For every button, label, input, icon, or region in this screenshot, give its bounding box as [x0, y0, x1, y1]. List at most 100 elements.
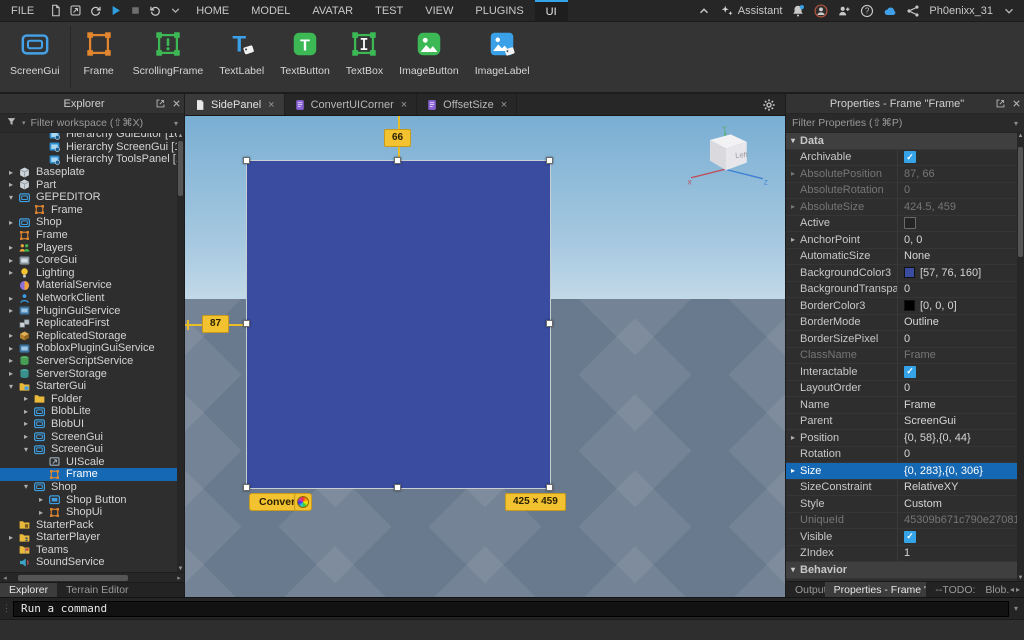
tree-item-screengui[interactable]: ▾ScreenGui: [0, 443, 184, 456]
tree-collapsed-arrow-icon[interactable]: ▸: [34, 508, 48, 517]
tree-collapsed-arrow-icon[interactable]: ▸: [19, 419, 33, 428]
property-value[interactable]: [57, 76, 160]: [897, 265, 1024, 281]
color-wheel-button[interactable]: [294, 493, 312, 511]
ribbon-tool-scrollingframe[interactable]: ScrollingFrame: [125, 22, 212, 92]
scroll-left-icon[interactable]: ◂: [0, 574, 10, 582]
tree-item-starterpack[interactable]: StarterPack: [0, 518, 184, 531]
menu-test[interactable]: TEST: [364, 0, 414, 21]
share-icon[interactable]: [906, 4, 920, 18]
username[interactable]: Ph0enixx_31: [929, 5, 993, 17]
tree-collapsed-arrow-icon[interactable]: ▸: [4, 344, 18, 353]
bell-icon[interactable]: [791, 4, 805, 18]
cloud-icon[interactable]: [883, 4, 897, 18]
tree-item-materialservice[interactable]: MaterialService: [0, 279, 184, 292]
ribbon-tool-imagelabel[interactable]: ImageLabel: [467, 22, 538, 92]
close-icon[interactable]: [168, 98, 184, 109]
property-value[interactable]: [897, 150, 1024, 166]
tree-collapsed-arrow-icon[interactable]: ▸: [19, 394, 33, 403]
tree-item-hierarchy-screengui-16989666[interactable]: Hierarchy ScreenGui [16989666…: [0, 141, 184, 154]
tree-item-bloblite[interactable]: ▸BlobLite: [0, 405, 184, 418]
tree-item-startergui[interactable]: ▾StarterGui: [0, 380, 184, 393]
section-expand-arrow-icon[interactable]: ▾: [786, 565, 797, 574]
tree-item-replicatedstorage[interactable]: ▸ReplicatedStorage: [0, 330, 184, 343]
resize-handle[interactable]: [546, 157, 553, 164]
color-swatch[interactable]: [904, 267, 915, 278]
doc-tab-offsetsize[interactable]: OffsetSize×: [417, 94, 517, 115]
property-row-absolutesize[interactable]: ▸AbsoluteSize424.5, 459: [786, 199, 1024, 216]
menu-home[interactable]: HOME: [185, 0, 240, 21]
section-expand-arrow-icon[interactable]: ▾: [786, 136, 797, 145]
assistant-button[interactable]: Assistant: [720, 4, 783, 18]
ribbon-tool-frame[interactable]: Frame: [73, 22, 125, 92]
tree-item-networkclient[interactable]: ▸NetworkClient: [0, 292, 184, 305]
explorer-horizontal-scrollbar[interactable]: ◂ ▸: [0, 572, 184, 582]
property-row-absoluterotation[interactable]: AbsoluteRotation0: [786, 183, 1024, 200]
property-value[interactable]: 45309b671c790e27081bb…: [897, 513, 1024, 529]
resize-handle[interactable]: [394, 157, 401, 164]
property-value[interactable]: 0: [897, 447, 1024, 463]
properties-scrollbar[interactable]: ▲ ▼: [1017, 133, 1024, 581]
property-row-layoutorder[interactable]: LayoutOrder0: [786, 381, 1024, 398]
dock-tab-todo-0[interactable]: --TODO: 0: [926, 582, 976, 597]
expand-arrow-icon[interactable]: ▸: [786, 433, 797, 442]
dock-tab-blob[interactable]: Blob.: [976, 582, 1010, 597]
redo-icon[interactable]: [85, 4, 105, 17]
resize-handle[interactable]: [546, 484, 553, 491]
dock-tab-output[interactable]: Output: [786, 582, 825, 597]
tree-item-frame[interactable]: Frame: [0, 204, 184, 217]
chevron-down-icon[interactable]: ▾: [174, 119, 178, 128]
property-value[interactable]: 0, 0: [897, 232, 1024, 248]
tree-collapsed-arrow-icon[interactable]: ▸: [19, 432, 33, 441]
tree-expanded-arrow-icon[interactable]: ▾: [19, 445, 33, 454]
close-icon[interactable]: ×: [501, 99, 507, 111]
explorer-vertical-scrollbar[interactable]: ▲ ▼: [177, 133, 184, 572]
ribbon-tool-textbutton[interactable]: TTextButton: [272, 22, 338, 92]
property-row-style[interactable]: StyleCustom: [786, 496, 1024, 513]
chevron-up-icon[interactable]: [697, 4, 711, 18]
doc-tab-sidepanel[interactable]: SidePanel×: [185, 94, 285, 115]
caret-down-icon[interactable]: [165, 4, 185, 17]
tree-item-shop-button[interactable]: ▸Shop Button: [0, 493, 184, 506]
tree-item-starterplayer[interactable]: ▸StarterPlayer: [0, 531, 184, 544]
property-row-parent[interactable]: ParentScreenGui: [786, 414, 1024, 431]
command-input[interactable]: Run a command: [13, 601, 1009, 617]
property-row-absoluteposition[interactable]: ▸AbsolutePosition87, 66: [786, 166, 1024, 183]
menu-ui[interactable]: UI: [535, 0, 568, 21]
property-row-backgroundtranspare[interactable]: BackgroundTranspare…0: [786, 282, 1024, 299]
property-value[interactable]: Outline: [897, 315, 1024, 331]
tree-collapsed-arrow-icon[interactable]: ▸: [4, 331, 18, 340]
tree-collapsed-arrow-icon[interactable]: ▸: [4, 306, 18, 315]
tree-item-shop[interactable]: ▸Shop: [0, 216, 184, 229]
scrollbar-thumb[interactable]: [1018, 147, 1023, 257]
checkbox-checked[interactable]: [904, 531, 916, 543]
tree-item-frame[interactable]: Frame: [0, 229, 184, 242]
property-row-name[interactable]: NameFrame: [786, 397, 1024, 414]
tree-item-baseplate[interactable]: ▸Baseplate: [0, 166, 184, 179]
doc-tab-convertuicorner[interactable]: ConvertUICorner×: [285, 94, 418, 115]
tree-item-pluginguiservice[interactable]: ▸PluginGuiService: [0, 304, 184, 317]
3d-viewport[interactable]: 66 87 425 × 459 Convert Left X Y: [185, 116, 785, 597]
property-value[interactable]: [897, 364, 1024, 380]
checkbox-checked[interactable]: [904, 366, 916, 378]
dock-tab-properties-frame-frame[interactable]: Properties - Frame "Frame": [825, 582, 927, 597]
tree-item-folder[interactable]: ▸Folder: [0, 392, 184, 405]
scroll-right-icon[interactable]: ▸: [174, 574, 184, 582]
expand-arrow-icon[interactable]: ▸: [786, 466, 797, 475]
ribbon-tool-imagebutton[interactable]: ImageButton: [391, 22, 467, 92]
tree-item-hierarchy-toolspanel-17100129[interactable]: Hierarchy ToolsPanel [17100129…: [0, 153, 184, 166]
tree-item-hierarchy-guieditor-16989666[interactable]: Hierarchy GuiEditor [16989666…: [0, 133, 184, 141]
property-row-visible[interactable]: Visible: [786, 529, 1024, 546]
close-icon[interactable]: [1008, 98, 1024, 109]
expand-arrow-icon[interactable]: ▸: [786, 169, 797, 178]
property-value[interactable]: 424.5, 459: [897, 199, 1024, 215]
dock-tab-scroll-arrows[interactable]: ◂▸: [1010, 582, 1024, 597]
tree-collapsed-arrow-icon[interactable]: ▸: [4, 168, 18, 177]
checkbox-unchecked[interactable]: [904, 217, 916, 229]
ribbon-tool-textlabel[interactable]: TTextLabel: [211, 22, 272, 92]
tree-collapsed-arrow-icon[interactable]: ▸: [4, 294, 18, 303]
tree-expanded-arrow-icon[interactable]: ▾: [4, 382, 18, 391]
page-icon[interactable]: [45, 4, 65, 17]
tree-item-blobui[interactable]: ▸BlobUI: [0, 418, 184, 431]
property-value[interactable]: {0, 283},{0, 306}: [897, 463, 1024, 479]
ribbon-tool-screengui[interactable]: ScreenGui: [2, 22, 68, 92]
